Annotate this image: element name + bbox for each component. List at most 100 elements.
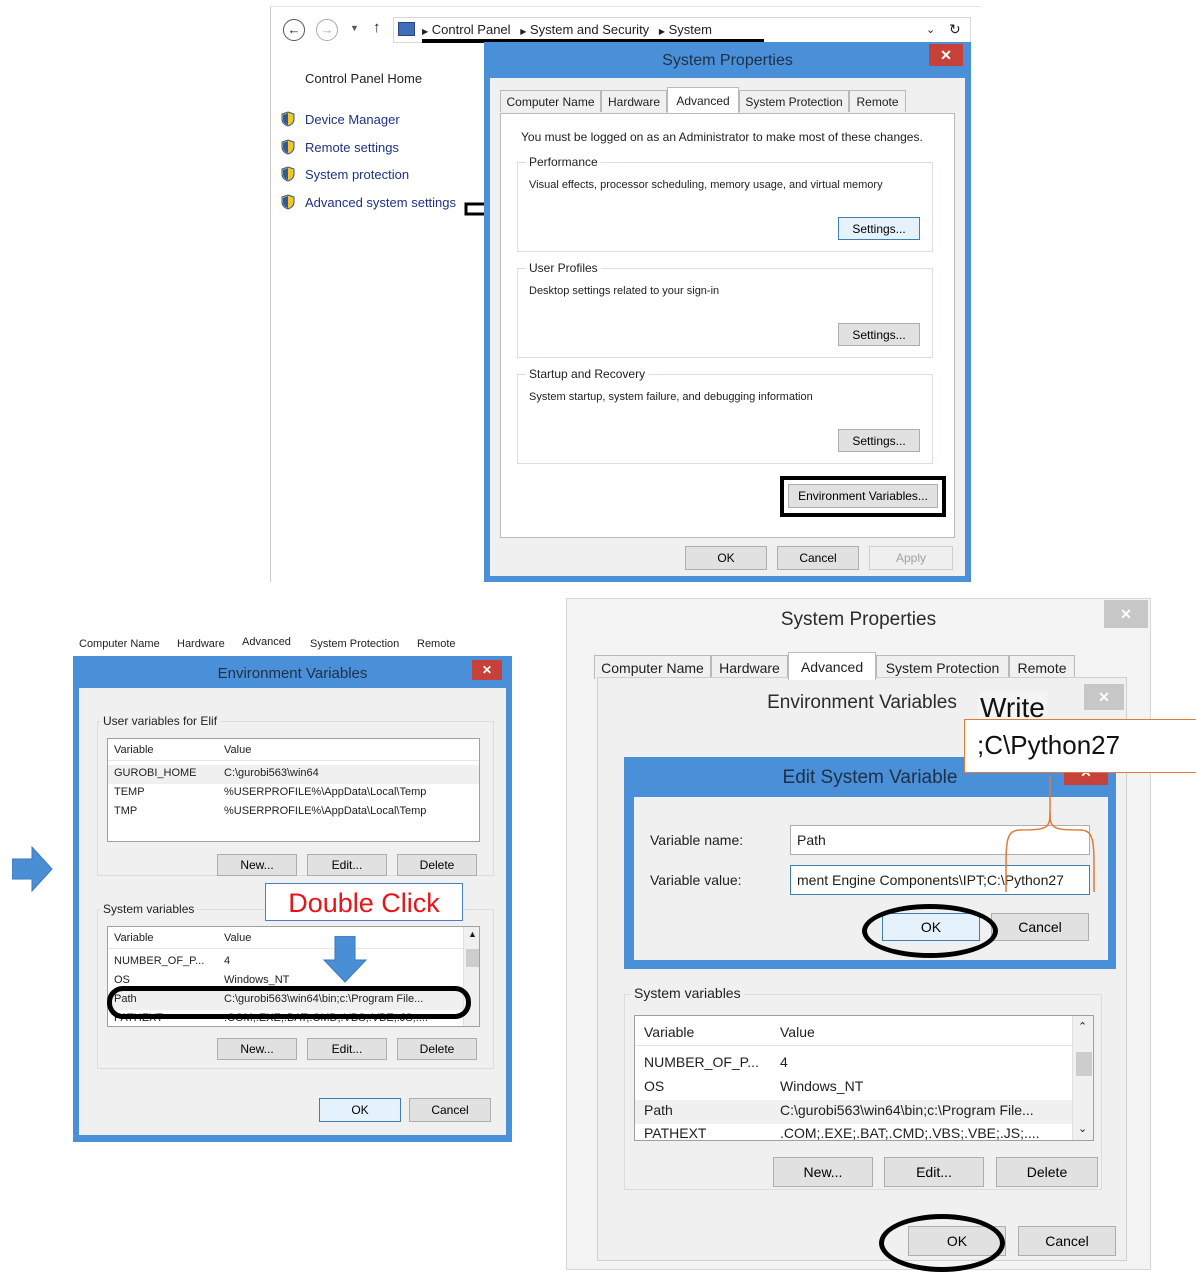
- breadcrumb-system[interactable]: System: [669, 22, 712, 37]
- tab-remote[interactable]: Remote: [849, 90, 906, 112]
- startup-recovery-desc: System startup, system failure, and debu…: [529, 391, 813, 403]
- close-button[interactable]: ✕: [929, 44, 963, 66]
- var-value: C:\gurobi563\win64\bin;c:\Program File..…: [780, 1102, 1034, 1118]
- control-panel-home-link[interactable]: Control Panel Home: [305, 71, 422, 86]
- shield-icon: [280, 166, 296, 182]
- write-value: ;C\Python27: [977, 730, 1121, 760]
- system-delete-button[interactable]: Delete: [397, 1038, 477, 1060]
- address-bar[interactable]: ▶ Control Panel ▶ System and Security ▶ …: [393, 17, 971, 43]
- behind-tab-remote: Remote: [417, 638, 456, 650]
- tab-advanced[interactable]: Advanced: [667, 87, 739, 113]
- dialog-title: Environment Variables: [217, 665, 368, 682]
- breadcrumb-system-security[interactable]: System and Security: [530, 22, 649, 37]
- system-new-button[interactable]: New...: [773, 1157, 873, 1187]
- system-vars-group: System variables Variable Value NUMBER_O…: [624, 985, 1102, 1190]
- sidebar-item-device-manager[interactable]: Device Manager: [305, 112, 400, 127]
- path-highlight-ellipse: [107, 986, 471, 1019]
- startup-recovery-legend: Startup and Recovery: [526, 367, 649, 381]
- scroll-thumb[interactable]: [466, 949, 479, 967]
- tab-computer-name[interactable]: Computer Name: [594, 655, 711, 679]
- var-name: PATHEXT: [644, 1125, 707, 1141]
- var-value: %USERPROFILE%\AppData\Local\Temp: [224, 805, 427, 817]
- up-button[interactable]: ↑: [373, 19, 381, 36]
- tab-hardware[interactable]: Hardware: [711, 655, 788, 679]
- scrollbar[interactable]: ⌃ ⌄: [1072, 1016, 1093, 1140]
- performance-settings-button[interactable]: Settings...: [838, 217, 920, 240]
- refresh-icon[interactable]: ↻: [949, 21, 961, 38]
- list-item[interactable]: NUMBER_OF_P... 4: [108, 953, 479, 972]
- col-variable-header[interactable]: Variable: [644, 1024, 694, 1040]
- tab-panel: You must be logged on as an Administrato…: [500, 113, 955, 538]
- var-name: NUMBER_OF_P...: [114, 955, 205, 967]
- startup-recovery-settings-button[interactable]: Settings...: [838, 429, 920, 452]
- tab-system-protection[interactable]: System Protection: [876, 655, 1009, 679]
- user-vars-list[interactable]: Variable Value GUROBI_HOME C:\gurobi563\…: [107, 738, 480, 842]
- system-edit-button[interactable]: Edit...: [307, 1038, 387, 1060]
- breadcrumb: ▶ Control Panel ▶ System and Security ▶ …: [422, 22, 712, 37]
- list-item[interactable]: TMP %USERPROFILE%\AppData\Local\Temp: [108, 803, 479, 822]
- var-value: 4: [780, 1054, 788, 1070]
- scroll-down-icon[interactable]: ⌄: [1078, 1122, 1087, 1135]
- sidebar-item-remote-settings[interactable]: Remote settings: [305, 140, 399, 155]
- variable-name-value: Path: [797, 832, 826, 848]
- dialog-body: Computer Name Hardware Advanced System P…: [490, 78, 965, 576]
- scroll-up-icon[interactable]: ⌃: [1078, 1020, 1087, 1033]
- col-variable-header[interactable]: Variable: [114, 744, 154, 756]
- double-click-annotation: Double Click: [265, 883, 463, 921]
- system-new-button[interactable]: New...: [217, 1038, 297, 1060]
- cancel-button[interactable]: Cancel: [777, 546, 859, 570]
- write-box: ;C\Python27: [964, 719, 1196, 773]
- behind-tab-hardware: Hardware: [177, 638, 225, 650]
- list-item[interactable]: OS Windows_NT: [635, 1076, 1093, 1100]
- user-edit-button[interactable]: Edit...: [307, 854, 387, 876]
- user-profiles-settings-button[interactable]: Settings...: [838, 323, 920, 346]
- col-value-header[interactable]: Value: [780, 1024, 815, 1040]
- ok-button[interactable]: OK: [685, 546, 767, 570]
- close-button[interactable]: ✕: [472, 660, 502, 680]
- shield-icon: [280, 194, 296, 210]
- write-annotation: Write ;C\Python27: [964, 692, 1196, 774]
- back-button[interactable]: ←: [283, 19, 305, 41]
- list-item[interactable]: Path C:\gurobi563\win64\bin;c:\Program F…: [635, 1100, 1093, 1124]
- environment-variables-button[interactable]: Environment Variables...: [788, 484, 938, 508]
- var-name: GUROBI_HOME: [114, 767, 197, 779]
- system-edit-button[interactable]: Edit...: [884, 1157, 984, 1187]
- user-delete-button[interactable]: Delete: [397, 854, 477, 876]
- sidebar-item-system-protection[interactable]: System protection: [305, 167, 409, 182]
- tab-remote[interactable]: Remote: [1009, 655, 1075, 679]
- var-name: OS: [114, 974, 130, 986]
- behind-tab-strip: Computer Name Hardware Advanced System P…: [73, 636, 473, 656]
- address-dropdown-icon[interactable]: ⌄: [926, 23, 935, 36]
- breadcrumb-control-panel[interactable]: Control Panel: [432, 22, 511, 37]
- list-item[interactable]: GUROBI_HOME C:\gurobi563\win64: [108, 765, 479, 784]
- sidebar-item-advanced-system-settings[interactable]: Advanced system settings: [305, 195, 456, 210]
- col-value-header[interactable]: Value: [224, 744, 251, 756]
- col-variable-header[interactable]: Variable: [114, 932, 154, 944]
- tab-advanced[interactable]: Advanced: [788, 652, 876, 680]
- list-item[interactable]: PATHEXT .COM;.EXE;.BAT;.CMD;.VBS;.VBE;.J…: [635, 1123, 1093, 1141]
- cancel-button[interactable]: Cancel: [409, 1098, 491, 1122]
- scroll-thumb[interactable]: [1076, 1052, 1092, 1076]
- apply-button[interactable]: Apply: [869, 546, 953, 570]
- forward-button[interactable]: →: [316, 19, 338, 41]
- close-button[interactable]: ✕: [1104, 600, 1148, 628]
- recent-dropdown-icon[interactable]: ▼: [350, 23, 359, 33]
- col-value-header[interactable]: Value: [224, 932, 251, 944]
- list-item[interactable]: TEMP %USERPROFILE%\AppData\Local\Temp: [108, 784, 479, 803]
- var-value: Windows_NT: [224, 974, 290, 986]
- tab-system-protection[interactable]: System Protection: [739, 90, 849, 112]
- tab-computer-name[interactable]: Computer Name: [500, 90, 601, 112]
- ok-button[interactable]: OK: [319, 1098, 401, 1122]
- system-delete-button[interactable]: Delete: [996, 1157, 1098, 1187]
- edit-cancel-button[interactable]: Cancel: [991, 913, 1089, 941]
- tab-strip: Computer Name Hardware Advanced System P…: [500, 87, 955, 114]
- scroll-up-icon[interactable]: ▲: [468, 929, 477, 939]
- var-value: %USERPROFILE%\AppData\Local\Temp: [224, 786, 427, 798]
- user-new-button[interactable]: New...: [217, 854, 297, 876]
- system-vars-list[interactable]: Variable Value NUMBER_OF_P... 4 OS Windo…: [634, 1015, 1094, 1141]
- list-item[interactable]: NUMBER_OF_P... 4: [635, 1052, 1093, 1076]
- var-name: TMP: [114, 805, 138, 817]
- cancel-button[interactable]: Cancel: [1018, 1226, 1116, 1256]
- tab-hardware[interactable]: Hardware: [601, 90, 667, 112]
- var-value: Windows_NT: [780, 1078, 864, 1094]
